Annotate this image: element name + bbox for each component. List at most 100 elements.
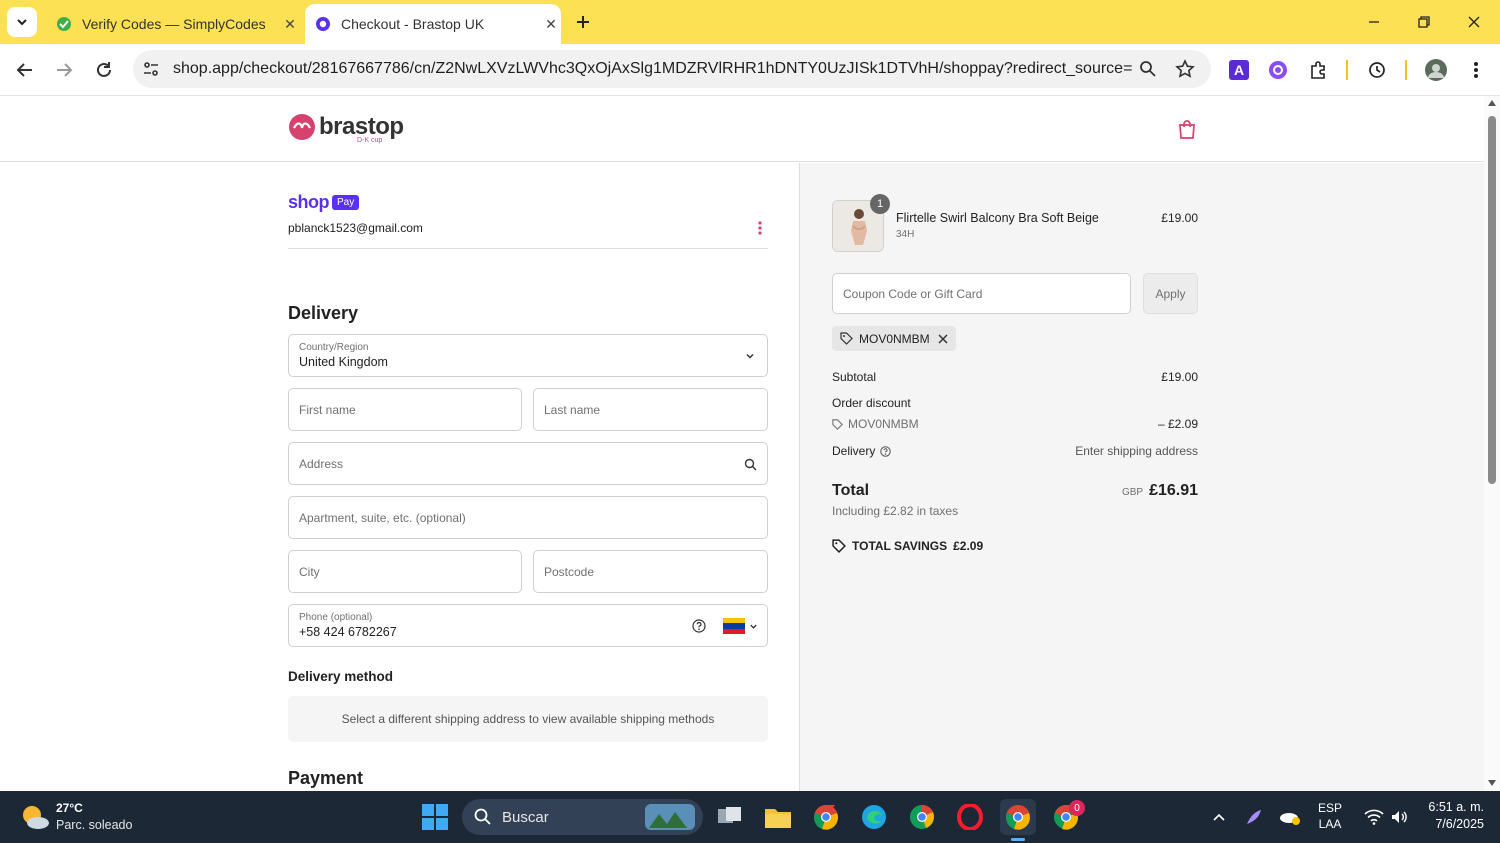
phone-value: +58 424 6782267 [299, 625, 397, 639]
total-savings: TOTAL SAVINGS £2.09 [832, 539, 983, 553]
tray-chevron-up-icon[interactable] [1201, 799, 1237, 835]
quantity-badge: 1 [870, 194, 890, 214]
delivery-row: Delivery Enter shipping address [832, 444, 1198, 458]
minimize-button[interactable] [1359, 8, 1389, 36]
subtotal-row: Subtotal £19.00 [832, 370, 1198, 384]
weather-sun-cloud-icon[interactable] [20, 803, 50, 836]
currency-code: GBP [1121, 487, 1144, 498]
country-value: United Kingdom [299, 355, 388, 369]
tab-title: Checkout - Brastop UK [341, 16, 485, 32]
pen-feather-icon[interactable] [1236, 799, 1272, 835]
last-name-placeholder: Last name [544, 403, 601, 417]
shopping-bag-icon[interactable] [1178, 119, 1196, 144]
remove-discount-icon[interactable] [938, 333, 948, 344]
help-circle-icon[interactable] [880, 445, 892, 457]
tab-simplycodes[interactable]: Verify Codes — SimplyCodes ✕ [48, 4, 300, 44]
shop-favicon-icon [315, 16, 331, 32]
apply-button[interactable]: Apply [1143, 273, 1198, 314]
chevron-down-icon[interactable] [749, 622, 758, 631]
volume-icon[interactable] [1382, 799, 1418, 835]
tag-icon [832, 539, 846, 553]
task-view-icon[interactable] [712, 799, 748, 835]
chrome-active-icon[interactable] [1000, 799, 1036, 835]
close-icon [1468, 16, 1480, 28]
close-tab-icon[interactable]: ✕ [280, 14, 300, 34]
brastop-logo-icon [289, 114, 315, 140]
profile-avatar[interactable] [1423, 57, 1449, 83]
extensions-puzzle-icon[interactable] [1305, 57, 1331, 83]
bookmark-star-icon[interactable] [1175, 59, 1195, 84]
tab-search-button[interactable] [7, 7, 37, 37]
close-tab-icon[interactable]: ✕ [541, 14, 561, 34]
help-circle-icon[interactable] [692, 619, 706, 633]
active-app-indicator [1011, 838, 1025, 841]
restore-button[interactable] [1409, 8, 1439, 36]
account-menu-icon[interactable] [754, 220, 766, 236]
reload-button[interactable] [89, 55, 119, 85]
extension-a-icon[interactable]: A [1226, 57, 1252, 83]
scroll-down-arrow-icon[interactable] [1488, 780, 1496, 786]
chevron-down-icon [17, 19, 27, 26]
onedrive-warning-icon[interactable] [1272, 799, 1308, 835]
discount-chip-code: MOV0NMBM [859, 331, 930, 346]
history-icon[interactable] [1364, 57, 1390, 83]
phone-field[interactable]: Phone (optional) +58 424 6782267 [288, 604, 768, 647]
discount-chip: MOV0NMBM [832, 326, 956, 351]
country-select[interactable]: Country/Region United Kingdom [288, 334, 768, 377]
tag-icon [832, 418, 843, 430]
keyboard-layout: LAA [1318, 817, 1342, 831]
subtotal-label: Subtotal [832, 370, 877, 384]
taskbar-search[interactable]: Buscar [462, 799, 703, 835]
chrome-profile-2-icon[interactable] [904, 799, 940, 835]
address-bar[interactable]: shop.app/checkout/28167667786/cn/Z2NwLXV… [133, 50, 1211, 88]
postcode-field[interactable]: Postcode [533, 550, 768, 593]
notification-badge: 0 [1069, 800, 1085, 816]
vertical-scrollbar[interactable] [1484, 96, 1500, 791]
close-window-button[interactable] [1459, 8, 1489, 36]
product-variant: 34H [896, 229, 915, 240]
first-name-field[interactable]: First name [288, 388, 522, 431]
brastop-logo[interactable]: brastop D-K cup [288, 113, 404, 144]
brand-tagline: D-K cup [357, 137, 383, 144]
shop-label: shop [288, 192, 330, 212]
weather-desc: Parc. soleado [56, 818, 133, 832]
zoom-search-icon[interactable] [1139, 60, 1157, 83]
forward-button[interactable] [49, 55, 79, 85]
chrome-profile-icon[interactable] [808, 799, 844, 835]
last-name-field[interactable]: Last name [533, 388, 768, 431]
clock-date: 7/6/2025 [1435, 817, 1484, 831]
delivery-value: Enter shipping address [1075, 444, 1198, 458]
apartment-field[interactable]: Apartment, suite, etc. (optional) [288, 496, 768, 539]
total-amount: GBP £16.91 [1100, 482, 1198, 500]
search-icon [474, 808, 491, 825]
extension-purple-icon[interactable] [1265, 57, 1291, 83]
new-tab-button[interactable] [568, 7, 598, 37]
city-field[interactable]: City [288, 550, 522, 593]
taskbar-search-label: Buscar [502, 808, 549, 826]
menu-kebab-icon[interactable] [1463, 57, 1489, 83]
back-button[interactable] [10, 55, 40, 85]
edge-icon[interactable] [856, 799, 892, 835]
clock[interactable]: 6:51 a. m. 7/6/2025 [1420, 800, 1484, 831]
start-windows-icon[interactable] [417, 799, 453, 835]
coupon-input[interactable]: Coupon Code or Gift Card [832, 273, 1131, 314]
delivery-method-notice: Select a different shipping address to v… [288, 696, 768, 742]
postcode-placeholder: Postcode [544, 565, 595, 579]
toolbar-divider [1346, 60, 1348, 80]
file-explorer-icon[interactable] [760, 799, 796, 835]
reload-icon [97, 62, 111, 77]
chevron-down-icon [746, 353, 754, 359]
product-price: £19.00 [1161, 211, 1198, 225]
tab-checkout[interactable]: Checkout - Brastop UK ✕ [305, 4, 561, 44]
venezuela-flag-icon[interactable] [723, 618, 745, 634]
account-email: pblanck1523@gmail.com [288, 221, 423, 235]
delivery-heading: Delivery [288, 303, 359, 323]
opera-icon[interactable] [952, 799, 988, 835]
address-field[interactable]: Address [288, 442, 768, 485]
scroll-up-arrow-icon[interactable] [1488, 100, 1496, 106]
scroll-thumb[interactable] [1488, 116, 1496, 484]
site-info-icon[interactable] [142, 60, 160, 83]
browser-toolbar: shop.app/checkout/28167667786/cn/Z2NwLXV… [0, 44, 1500, 96]
language-indicator[interactable]: ESP LAA [1318, 801, 1342, 831]
total-value: £16.91 [1149, 482, 1198, 499]
